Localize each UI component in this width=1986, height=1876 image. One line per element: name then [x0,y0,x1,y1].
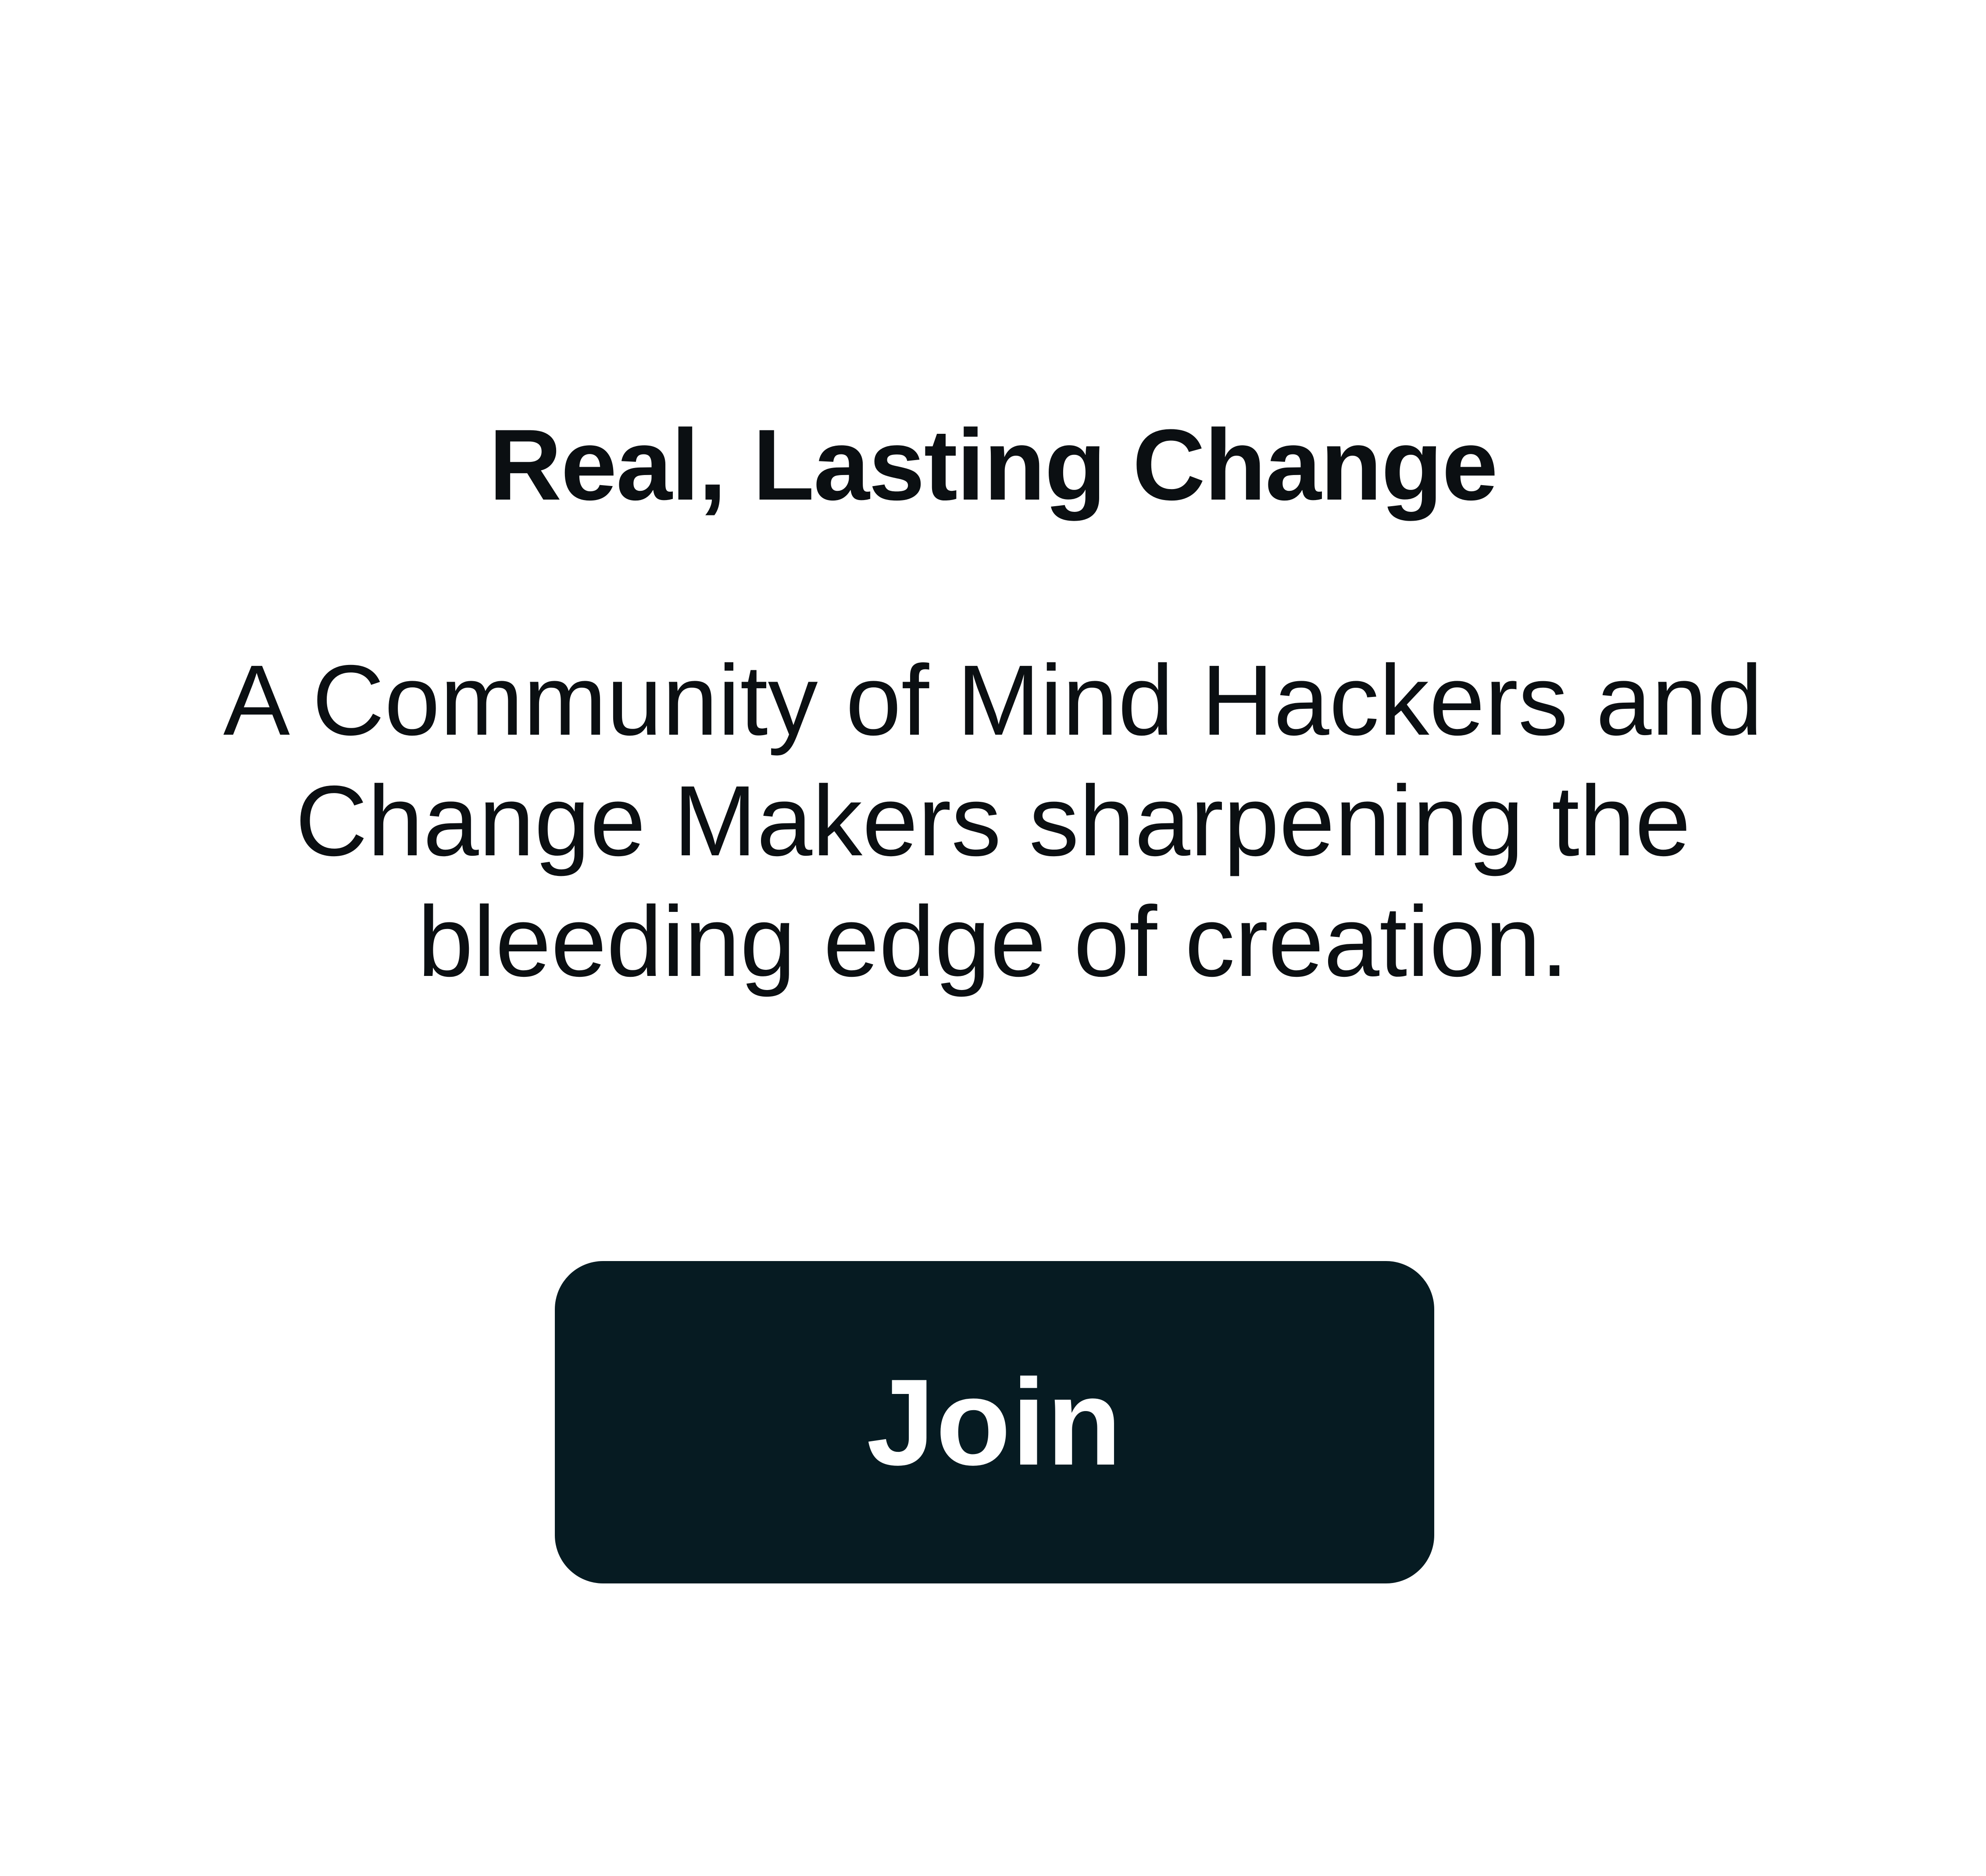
join-button[interactable]: Join [555,1261,1434,1583]
hero-headline: Real, Lasting Change [489,408,1498,521]
hero-subtext: A Community of Mind Hackers and Change M… [223,645,1763,997]
hero-section: Real, Lasting Change A Community of Mind… [0,0,1986,1876]
join-button-label: Join [866,1354,1123,1491]
